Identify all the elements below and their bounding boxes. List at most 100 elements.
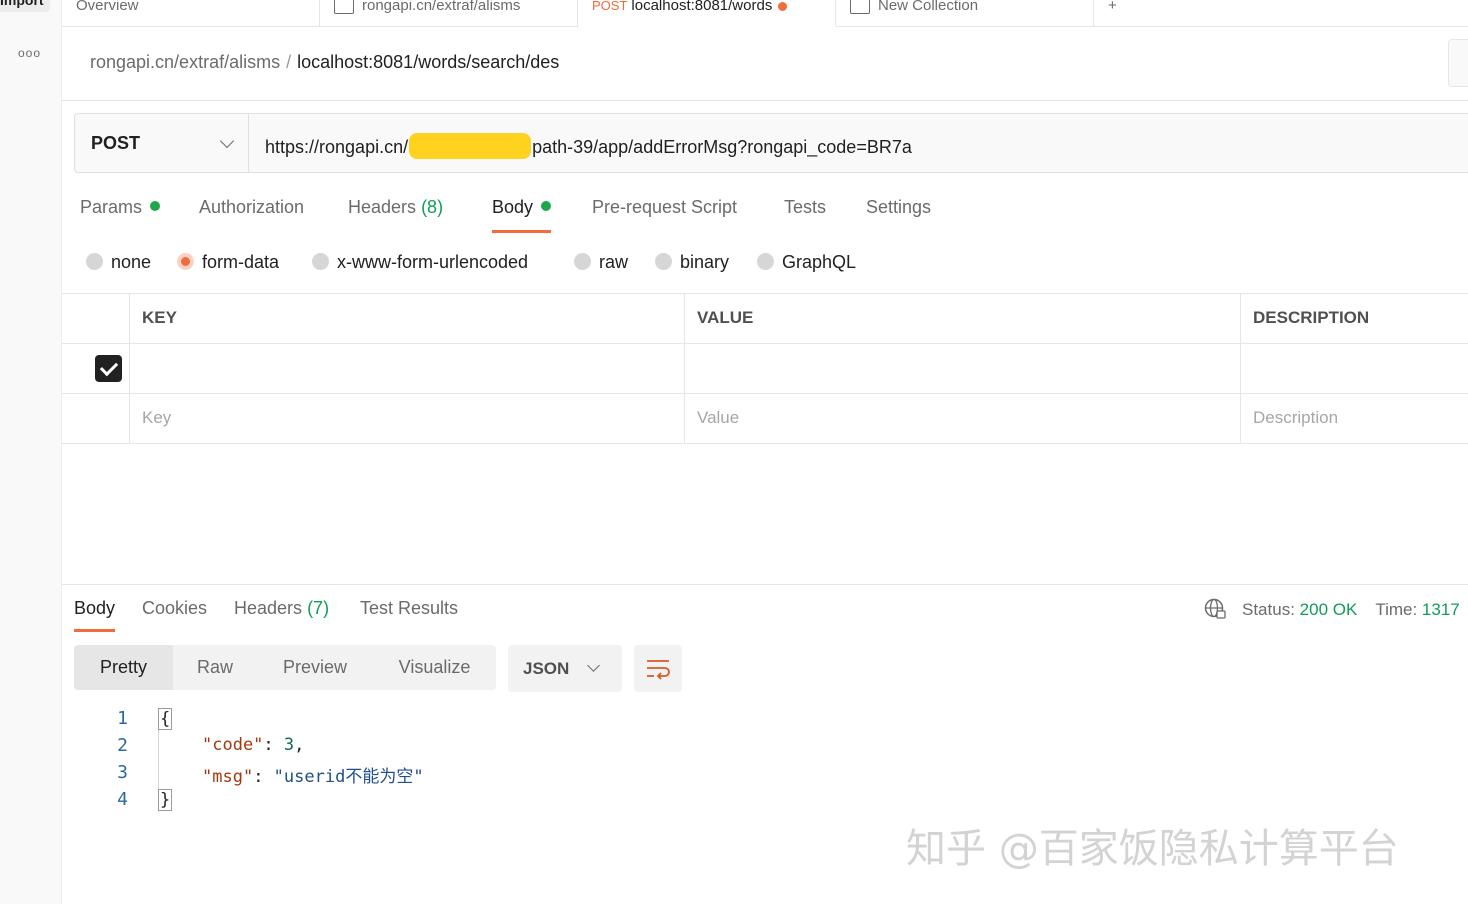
- method-label: POST: [91, 133, 141, 153]
- radio-form-data[interactable]: form-data: [177, 252, 279, 273]
- collection-icon: [850, 0, 870, 15]
- response-tab-cookies[interactable]: Cookies: [142, 598, 207, 632]
- json-value: "userid不能为空": [273, 767, 424, 787]
- radio-raw[interactable]: raw: [574, 252, 628, 273]
- key-input[interactable]: Key: [130, 394, 685, 443]
- tab-overview[interactable]: Overview: [62, 0, 320, 27]
- row-checkbox[interactable]: [95, 355, 122, 382]
- tab-label: rongapi.cn/extraf/alisms: [362, 0, 521, 14]
- tab-headers[interactable]: Headers (8): [348, 197, 443, 233]
- url-bar: POST https://rongapi.cn/path-39/app/addE…: [74, 113, 1468, 173]
- line-number: 1: [117, 708, 128, 729]
- new-tab-button[interactable]: +: [1094, 0, 1134, 27]
- open-brace: {: [158, 708, 173, 730]
- response-tab-test-results[interactable]: Test Results: [360, 598, 458, 632]
- tab-label: Headers: [348, 197, 417, 217]
- table-header-row: KEY VALUE DESCRIPTION: [62, 294, 1468, 344]
- description-input[interactable]: Description: [1241, 394, 1468, 443]
- tab-label: Overview: [76, 0, 139, 14]
- response-divider[interactable]: [62, 584, 1468, 585]
- url-input[interactable]: https://rongapi.cn/path-39/app/addErrorM…: [265, 133, 912, 159]
- breadcrumb: rongapi.cn/extraf/alisms / localhost:8081/…: [90, 52, 559, 73]
- request-header: rongapi.cn/extraf/alisms / localhost:8081/…: [62, 27, 1468, 101]
- format-select[interactable]: JSON: [508, 645, 622, 692]
- time-value[interactable]: 1317: [1422, 600, 1460, 619]
- watermark: 知乎 @百家饭隐私计算平台: [906, 826, 1399, 872]
- radio-circle: [655, 253, 672, 270]
- close-brace: }: [158, 789, 173, 811]
- left-rail: Import ooo: [0, 0, 62, 904]
- chevron-down-icon: [587, 659, 600, 672]
- tab-alisms[interactable]: rongapi.cn/extraf/alisms: [320, 0, 578, 27]
- row-checkbox-cell: [62, 394, 130, 443]
- body-indicator-icon: [541, 201, 552, 211]
- column-header-key: KEY: [130, 294, 685, 343]
- tab-label: Headers: [234, 598, 303, 618]
- tab-label: Test Results: [360, 598, 459, 618]
- view-raw-button[interactable]: Raw: [173, 645, 257, 690]
- radio-binary[interactable]: binary: [655, 252, 729, 273]
- tab-label: Authorization: [199, 197, 305, 217]
- breadcrumb-current[interactable]: localhost:8081/words/search/des: [297, 52, 559, 72]
- tab-label: Settings: [866, 197, 932, 217]
- form-data-table: KEY VALUE DESCRIPTION Key Value Descript…: [62, 293, 1468, 444]
- breadcrumb-separator: /: [286, 52, 292, 72]
- value-input[interactable]: Value: [685, 394, 1241, 443]
- radio-label: none: [111, 252, 152, 272]
- json-value: 3: [283, 735, 295, 755]
- response-tab-body[interactable]: Body: [74, 598, 116, 632]
- value-cell[interactable]: [685, 344, 1241, 393]
- key-cell[interactable]: [130, 344, 685, 393]
- view-preview-button[interactable]: Preview: [257, 645, 373, 690]
- radio-label: GraphQL: [782, 252, 857, 272]
- radio-none[interactable]: none: [86, 252, 151, 273]
- table-row-new: Key Value Description: [62, 394, 1468, 444]
- tab-label: Tests: [784, 197, 827, 217]
- response-tab-headers[interactable]: Headers (7): [234, 598, 329, 632]
- radio-label: x-www-form-urlencoded: [337, 252, 529, 272]
- tab-pre-request-script[interactable]: Pre-request Script: [592, 197, 737, 233]
- json-key: "code": [202, 735, 264, 755]
- tab-label: Body: [492, 197, 534, 217]
- tab-label: New Collection: [878, 0, 979, 14]
- tab-localhost-words[interactable]: POST localhost:8081/words: [578, 0, 836, 27]
- params-indicator-icon: [150, 201, 161, 211]
- row-checkbox-cell: [62, 344, 130, 393]
- response-status: Status: 200 OK Time: 1317: [1204, 598, 1460, 620]
- redaction-mark: [409, 133, 532, 159]
- response-view-toggle: Pretty Raw Preview Visualize: [74, 645, 496, 690]
- tab-strip: Overview rongapi.cn/extraf/alisms POST lo…: [62, 0, 1468, 27]
- view-visualize-button[interactable]: Visualize: [373, 645, 496, 690]
- radio-circle: [86, 253, 103, 270]
- wrap-lines-button[interactable]: [634, 645, 682, 692]
- tab-body[interactable]: Body: [492, 197, 552, 233]
- radio-circle: [757, 253, 774, 270]
- radio-graphql[interactable]: GraphQL: [757, 252, 856, 273]
- tab-new-collection[interactable]: New Collection: [836, 0, 1094, 27]
- radio-circle: [312, 253, 329, 270]
- radio-x-www-form-urlencoded[interactable]: x-www-form-urlencoded: [312, 252, 528, 273]
- save-button[interactable]: [1448, 39, 1468, 87]
- radio-circle: [574, 253, 591, 270]
- radio-label: raw: [599, 252, 629, 272]
- format-label: JSON: [523, 659, 570, 678]
- description-cell[interactable]: [1241, 344, 1468, 393]
- chevron-down-icon: [219, 133, 235, 149]
- unsaved-dot-icon: [778, 1, 788, 11]
- url-prefix: https://rongapi.cn/: [265, 137, 409, 157]
- status-label: Status:: [1242, 600, 1295, 619]
- method-select[interactable]: POST: [75, 114, 249, 172]
- tab-label: localhost:8081/words: [631, 0, 773, 14]
- status-value[interactable]: 200 OK: [1300, 600, 1358, 619]
- import-button[interactable]: Import: [0, 0, 50, 12]
- ellipsis-icon[interactable]: ooo: [18, 46, 41, 60]
- globe-icon[interactable]: [1204, 598, 1226, 620]
- breadcrumb-parent[interactable]: rongapi.cn/extraf/alisms: [90, 52, 280, 72]
- tab-tests[interactable]: Tests: [784, 197, 826, 233]
- tab-params[interactable]: Params: [80, 197, 161, 233]
- tab-authorization[interactable]: Authorization: [199, 197, 304, 233]
- time-label: Time:: [1375, 600, 1418, 619]
- view-pretty-button[interactable]: Pretty: [74, 645, 173, 690]
- tab-settings[interactable]: Settings: [866, 197, 931, 233]
- radio-label: form-data: [202, 252, 280, 272]
